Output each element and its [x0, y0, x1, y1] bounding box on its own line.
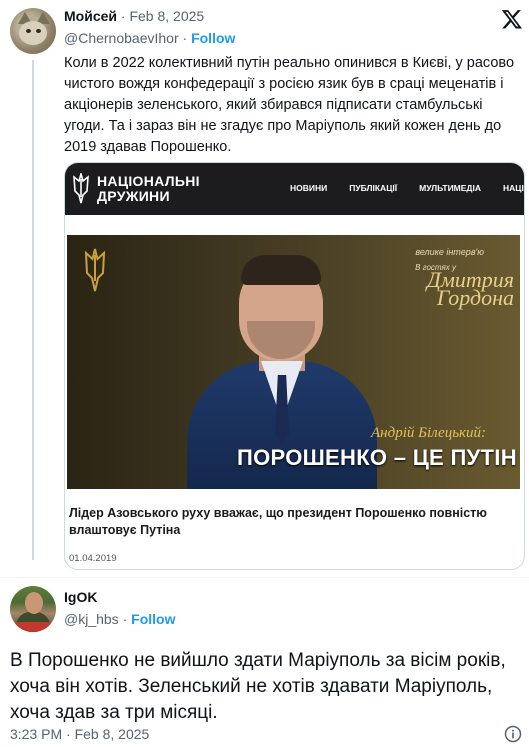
author-avatar[interactable]	[10, 8, 56, 54]
tweet-date[interactable]: Feb 8, 2025	[129, 8, 204, 24]
speaker-name: Андрій Білецький:	[371, 425, 487, 441]
avatar-bike	[12, 622, 54, 632]
site-name: НАЦІОНАЛЬНІ ДРУЖИНИ	[97, 174, 200, 204]
interview-banner: велике інтерв'ю В гостях у Дмитрия Гордо…	[67, 235, 520, 489]
tweet-date: Feb 8, 2025	[74, 726, 150, 742]
author-handle[interactable]: @ChernobaevIhor	[64, 30, 179, 46]
site-navbar: НАЦІОНАЛЬНІ ДРУЖИНИ НОВИНИ ПУБЛІКАЦІЇ МУ…	[65, 163, 524, 215]
tweet-header: IgOK	[64, 589, 97, 605]
handle-row: @ChernobaevIhor · Follow	[64, 30, 235, 46]
dot-separator: ·	[182, 30, 192, 46]
tweet-header: Мойсей · Feb 8, 2025	[64, 8, 204, 24]
info-icon[interactable]	[504, 725, 522, 743]
author-name[interactable]: Мойсей	[64, 8, 117, 24]
cat-eye	[26, 29, 31, 33]
banner-headline: ПОРОШЕНКО – ЦЕ ПУТІН В КИЄВІ	[237, 445, 520, 470]
follow-button[interactable]: Follow	[191, 30, 235, 46]
trident-icon	[84, 248, 106, 292]
cat-face	[19, 21, 47, 45]
dot-separator: ·	[66, 726, 75, 742]
trident-icon	[73, 173, 89, 204]
banner-tag: велике інтерв'ю	[415, 247, 484, 257]
site-menu: НОВИНИ ПУБЛІКАЦІЇ МУЛЬТИМЕДІА НАЦІОНА	[290, 183, 524, 193]
show-title-line: Гордона	[436, 285, 514, 310]
handle-row: @kj_hbs · Follow	[64, 611, 175, 627]
tweet-time: 3:23 PM	[10, 726, 63, 742]
site-name-line: ДРУЖИНИ	[97, 188, 170, 204]
show-title: Дмитрия Гордона	[427, 269, 514, 310]
article-title: Лідер Азовського руху вважає, що президе…	[69, 506, 487, 537]
hair	[241, 255, 321, 285]
author-avatar[interactable]	[10, 586, 56, 632]
menu-item-multimedia: МУЛЬТИМЕДІА	[419, 183, 481, 193]
menu-item-publications: ПУБЛІКАЦІЇ	[349, 183, 398, 193]
menu-item-news: НОВИНИ	[290, 183, 328, 193]
cat-eye	[36, 29, 41, 33]
avatar-head	[25, 592, 43, 614]
x-logo-icon[interactable]	[501, 8, 523, 30]
author-name[interactable]: IgOK	[64, 589, 97, 605]
thread-line	[32, 60, 34, 560]
menu-item-national: НАЦІОНА	[503, 183, 524, 193]
embedded-image[interactable]: НАЦІОНАЛЬНІ ДРУЖИНИ НОВИНИ ПУБЛІКАЦІЇ МУ…	[64, 162, 525, 570]
tweet-text: Коли в 2022 колективний путін реально оп…	[64, 55, 515, 155]
follow-button[interactable]: Follow	[131, 611, 175, 627]
site-name-line: НАЦІОНАЛЬНІ	[97, 173, 200, 189]
tweet-text: В Порошенко не вийшло здати Маріуполь за…	[10, 650, 506, 723]
article-date: 01.04.2019	[69, 553, 117, 564]
dot-separator: ·	[122, 611, 132, 627]
author-handle[interactable]: @kj_hbs	[64, 611, 119, 627]
divider	[0, 577, 529, 578]
tweet-timestamp[interactable]: 3:23 PM · Feb 8, 2025	[10, 726, 149, 742]
